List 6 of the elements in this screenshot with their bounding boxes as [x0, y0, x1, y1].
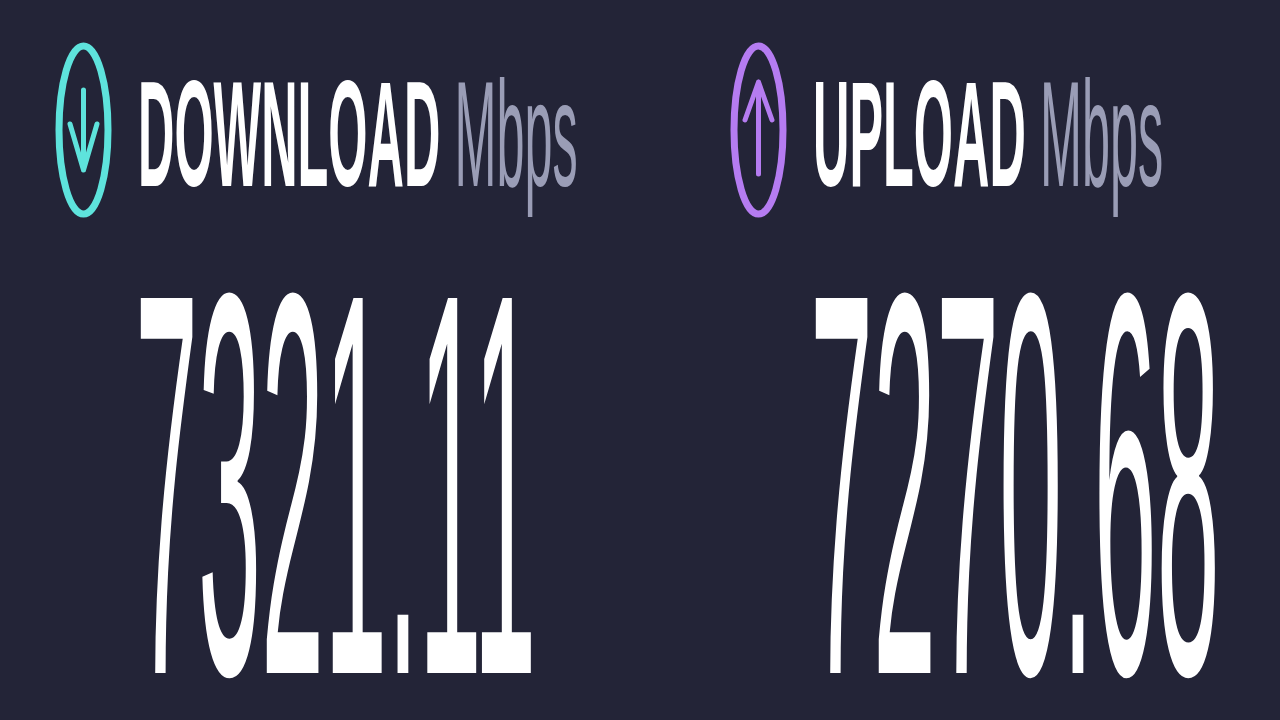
unit-label: Mbps [1039, 78, 1164, 220]
speed-value: 7321.11 [135, 280, 537, 689]
speed-label: UPLOAD [813, 78, 1026, 191]
speed-label: DOWNLOAD [138, 78, 441, 191]
unit-label: Mbps [454, 78, 578, 220]
speed-value: 7270.68 [810, 280, 1220, 689]
